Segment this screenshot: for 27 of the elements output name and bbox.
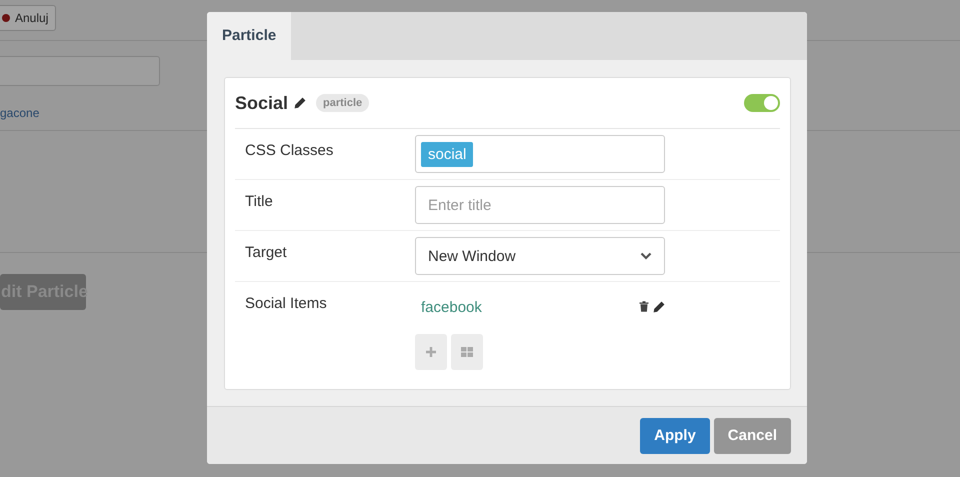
tab[interactable]: Particle <box>207 12 292 60</box>
field-label: Target <box>244 243 288 263</box>
input-field[interactable] <box>0 56 160 86</box>
field-label: Social Items <box>244 294 328 314</box>
social-item[interactable]: facebook <box>421 298 482 316</box>
chevron-down-icon <box>640 252 652 260</box>
trash-icon[interactable] <box>639 301 649 313</box>
title-input[interactable]: Enter title <box>415 186 665 224</box>
particle-badge: particle <box>316 94 370 112</box>
plus-icon <box>426 347 436 357</box>
toggle-switch[interactable] <box>744 94 780 112</box>
class-tag: social <box>421 142 474 166</box>
grid-icon <box>461 347 473 357</box>
field-label: Title <box>244 192 274 212</box>
cancel-icon <box>2 14 10 22</box>
particle-title: Social <box>235 92 288 114</box>
target-select[interactable]: New Window <box>415 237 665 275</box>
dialog-button[interactable]: Apply <box>640 418 710 454</box>
discard-button[interactable]: Anuluj <box>0 5 56 31</box>
grid-button[interactable] <box>451 334 483 370</box>
field-label: CSS Classes <box>244 141 334 161</box>
dialog-button[interactable]: Cancel <box>714 418 791 454</box>
pencil-icon[interactable] <box>653 301 665 313</box>
add-button[interactable] <box>415 334 447 370</box>
pencil-icon[interactable] <box>294 97 306 109</box>
tags-field[interactable]: social <box>415 135 665 173</box>
link[interactable]: gacone <box>0 106 40 120</box>
